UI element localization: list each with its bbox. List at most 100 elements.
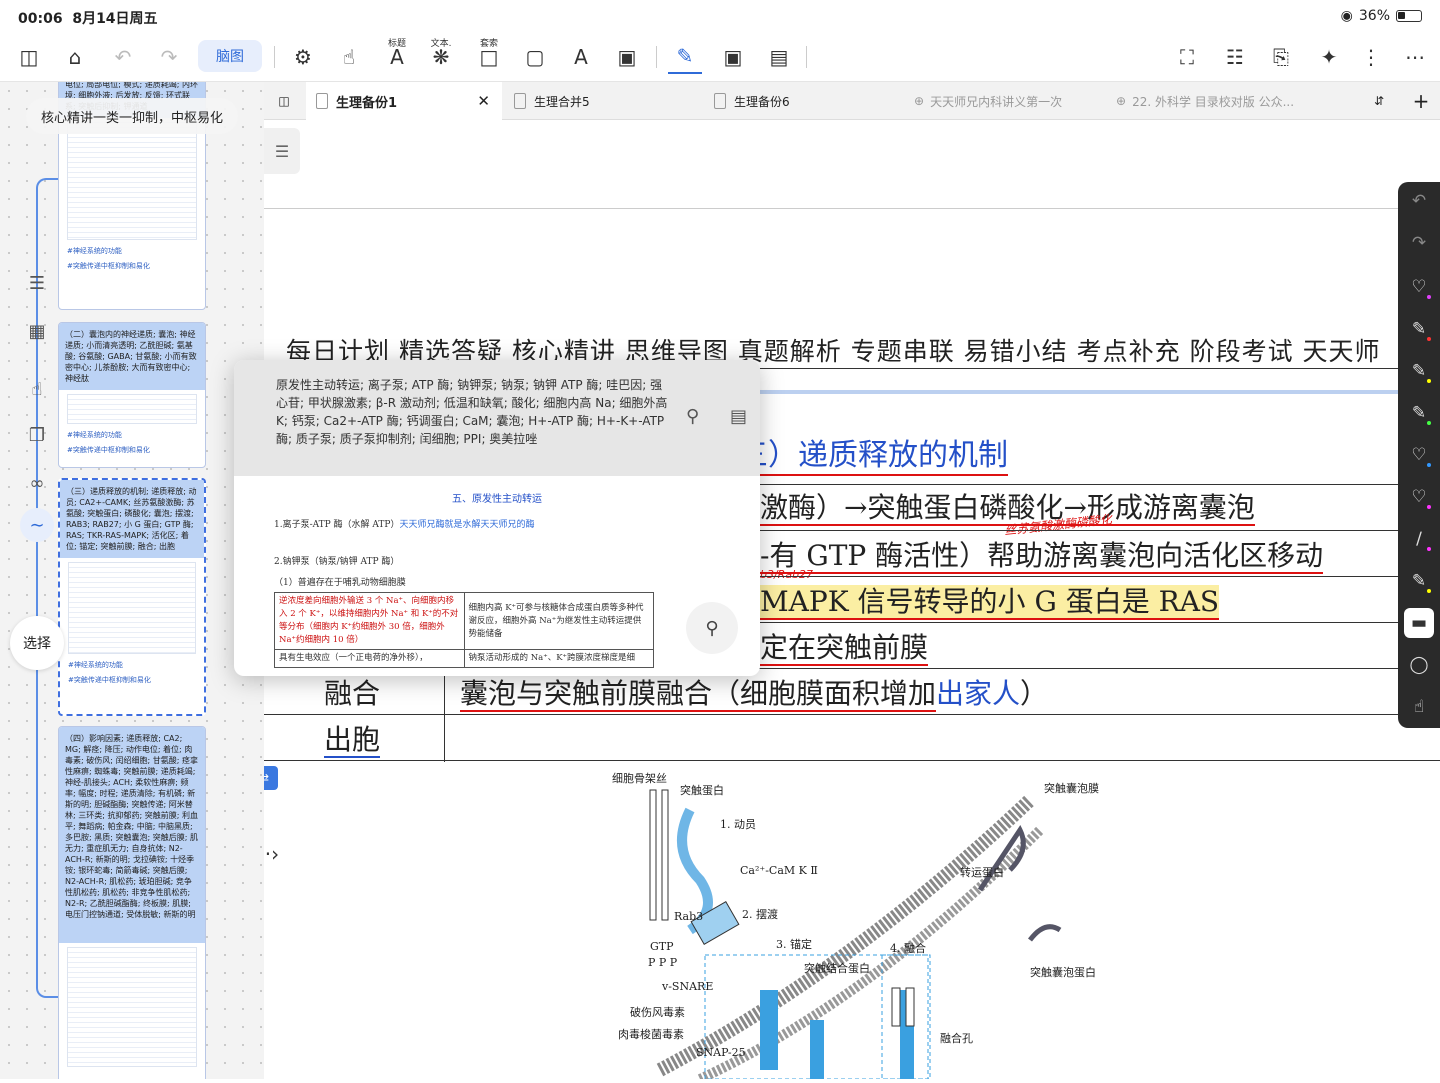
title-tool-icon[interactable]: 标题 A <box>380 39 414 74</box>
row-mobilize: 激酶）→突触蛋白磷酸化→形成游离囊泡 <box>760 486 1255 526</box>
diagram-label: 突触囊泡膜 <box>1044 782 1099 795</box>
crop-icon[interactable]: ▢ <box>518 40 552 74</box>
diagram-label: 3. 锚定 <box>776 938 812 951</box>
settings-icon[interactable]: ⚙ <box>286 40 320 74</box>
thumb-card-head: （二）囊泡内的神经递质; 囊泡; 神经递质; 小而清亮透明; 乙酰胆碱; 氨基酸… <box>59 323 205 390</box>
row-text: 囊泡与突触前膜融合（细胞膜面积增加 <box>460 677 937 712</box>
curve-tool-icon[interactable]: ∼ <box>20 508 54 542</box>
mindmap-button[interactable]: 脑图 <box>198 40 262 72</box>
tab-waike-mulu[interactable]: ⊕ 22. 外科学 目录校对版 公众... <box>1106 82 1316 120</box>
pen-palette: ↶ ↷ ♡ ✎ ✎ ✎ ♡ ♡ ∕ ✎ ▬ ◯ ☝ <box>1398 182 1440 728</box>
tab-shengli-beifen-6[interactable]: 生理备份6 <box>704 82 902 120</box>
table-col-line <box>444 668 445 762</box>
search-doc-icon[interactable]: ☷ <box>1218 40 1252 74</box>
synapse-diagram: 细胞骨架丝 突触蛋白 1. 动员 Ca²⁺-CaM K Ⅱ Rab3 2. 摆渡… <box>600 770 1120 1083</box>
mindmap-title[interactable]: 核心精讲一类一抑制，中枢易化 <box>26 98 238 134</box>
diagram-label: Rab3 <box>674 910 704 923</box>
thumb-card-head: （四）影响因素; 递质释放; CA2; MG; 解痉; 降压; 动作电位; 着位… <box>59 727 205 943</box>
text-tool-icon[interactable]: 文本. ❋ <box>424 39 458 74</box>
pen-icon[interactable]: ✎ <box>668 40 702 74</box>
thumb-card-tag: #神经系统的功能 <box>68 661 123 669</box>
row-ras: MAPK 信号转导的小 G 蛋白是 RAS <box>760 580 1220 620</box>
thumb-card-tag: #神经系统的功能 <box>67 247 122 255</box>
diagram-label: P P P <box>648 956 678 969</box>
table-line <box>264 760 1440 761</box>
pencil-icon[interactable]: ∕ <box>1404 524 1434 554</box>
hand-tool-icon[interactable]: ☝ <box>20 372 54 406</box>
swap-icon[interactable]: ⇄ <box>264 766 278 790</box>
lasso-tool-icon[interactable]: 套索 □ <box>472 39 506 74</box>
bookmark-icon[interactable]: ⎘ <box>1264 40 1298 74</box>
outline-list-icon[interactable]: ☰ <box>20 266 54 300</box>
text-tool-label: 文本. <box>430 39 452 49</box>
diagram-label: 4. 融合 <box>890 942 926 955</box>
highlighter-yellow-icon[interactable]: ✎ <box>1404 356 1434 386</box>
lasso-icon[interactable]: ◯ <box>1404 650 1434 680</box>
thumb-card-tag: #突触传递中枢抑制和易化 <box>67 446 150 454</box>
thumb-card-head: （三）递质释放的机制; 递质释放; 动员; CA2+-CAMK; 丝苏氨酸激酶;… <box>60 480 204 558</box>
redo-icon[interactable]: ↷ <box>152 40 186 74</box>
thumb-card[interactable]: （四）影响因素; 递质释放; CA2; MG; 解痉; 降压; 动作电位; 着位… <box>58 726 206 1079</box>
row-fusion: 囊泡与突触前膜融合（细胞膜面积增加出家人） <box>460 672 1048 712</box>
fullscreen-icon[interactable]: ⛶ <box>1170 40 1204 74</box>
layout-icon[interactable]: ▦ <box>20 314 54 348</box>
highlighter-green-icon[interactable]: ✎ <box>1404 398 1434 428</box>
eraser-icon[interactable]: ▬ <box>1404 608 1434 638</box>
thumb-card-selected[interactable]: （三）递质释放的机制; 递质释放; 动员; CA2+-CAMK; 丝苏氨酸激酶;… <box>58 478 206 716</box>
tab-shengli-beifen-1[interactable]: 生理备份1 ✕ <box>306 82 502 120</box>
diagram-label: 突触结合蛋白 <box>804 962 870 975</box>
home-icon[interactable]: ⌂ <box>58 40 92 74</box>
row-text-end: ） <box>1020 677 1049 710</box>
marker-icon[interactable]: ✎ <box>1404 566 1434 596</box>
search-icon[interactable]: ⚲ <box>686 602 738 654</box>
more-vertical-icon[interactable]: ⋮ <box>1354 40 1388 74</box>
split-view-icon[interactable]: ◫ <box>264 82 304 120</box>
textbox-icon[interactable]: ▣ <box>716 40 750 74</box>
status-right: ◉ 36% <box>1341 8 1422 24</box>
title-tool-label: 标题 <box>387 39 406 49</box>
pen-blue-icon[interactable]: ♡ <box>1404 440 1434 470</box>
palette-redo-icon[interactable]: ↷ <box>1404 228 1434 258</box>
transform-icon[interactable]: ▣ <box>610 40 644 74</box>
more-horizontal-icon[interactable]: ⋯ <box>1398 40 1432 74</box>
link-preview-popup[interactable]: 原发性主动转运; 离子泵; ATP 酶; 钠钾泵; 钠泵; 钠钾 ATP 酶; … <box>234 360 760 676</box>
tab-label: 生理备份1 <box>336 95 398 111</box>
open-note-icon[interactable]: ▤ <box>730 406 747 427</box>
fountain-pen-icon[interactable]: ♡ <box>1404 272 1434 302</box>
sidebar-toggle-icon[interactable]: ◫ <box>12 40 46 74</box>
undo-icon[interactable]: ↶ <box>106 40 140 74</box>
layers-icon[interactable]: ☰ <box>264 128 300 174</box>
row-ferry: -有 GTP 酶活性）帮助游离囊泡向活化区移动 <box>760 534 1324 574</box>
page-nav-icon[interactable]: ‹·› <box>264 836 296 872</box>
new-tab-icon[interactable]: + <box>1406 82 1436 120</box>
status-time: 00:06 8月14日周五 <box>18 11 158 27</box>
row-text: 定在突触前膜 <box>760 631 929 666</box>
tab-sort-icon[interactable]: ⇵ <box>1364 82 1394 120</box>
select-button[interactable]: 选择 <box>10 616 64 670</box>
image-icon[interactable]: ▤ <box>762 40 796 74</box>
hand-icon[interactable]: ☝ <box>332 40 366 74</box>
hand-pan-icon[interactable]: ☝ <box>1404 692 1434 722</box>
diagram-label: 破伤风毒素 <box>630 1006 685 1019</box>
diagram-label: 融合孔 <box>940 1032 973 1045</box>
lasso-tool-label: 套索 <box>479 39 498 49</box>
thumb-card-tag: #突触传递中枢抑制和易化 <box>68 676 151 684</box>
link-icon[interactable]: ∞ <box>20 466 54 500</box>
row-anchor: 定在突触前膜 <box>760 626 929 666</box>
share-nodes-icon[interactable]: ⚲ <box>686 406 699 427</box>
thumb-card-image <box>67 122 197 240</box>
palette-undo-icon[interactable]: ↶ <box>1404 186 1434 216</box>
thumb-card-image <box>67 394 197 424</box>
pen-black-icon[interactable]: ♡ <box>1404 482 1434 512</box>
tab-shengli-hebing-5[interactable]: 生理合并5 <box>504 82 702 120</box>
mindmap-pane[interactable]: 电位; 局部电位; 模式; 递质耗竭; 内环境; 细胞外液; 后发放; 反馈; … <box>0 82 264 1079</box>
pen-red-icon[interactable]: ✎ <box>1404 314 1434 344</box>
tab-neike-jiangyi[interactable]: ⊕ 天天师兄内科讲义第一次 <box>904 82 1104 120</box>
ai-sparkle-icon[interactable]: ✦ <box>1312 40 1346 74</box>
row-label-fusion: 融合 <box>324 677 381 710</box>
copy-icon[interactable]: ❐ <box>20 418 54 452</box>
diagram-label: 突触囊泡蛋白 <box>1030 966 1096 979</box>
close-tab-icon[interactable]: ✕ <box>477 92 490 110</box>
thumb-card[interactable]: （二）囊泡内的神经递质; 囊泡; 神经递质; 小而清亮透明; 乙酰胆碱; 氨基酸… <box>58 322 206 468</box>
text-color-icon[interactable]: A <box>564 40 598 74</box>
